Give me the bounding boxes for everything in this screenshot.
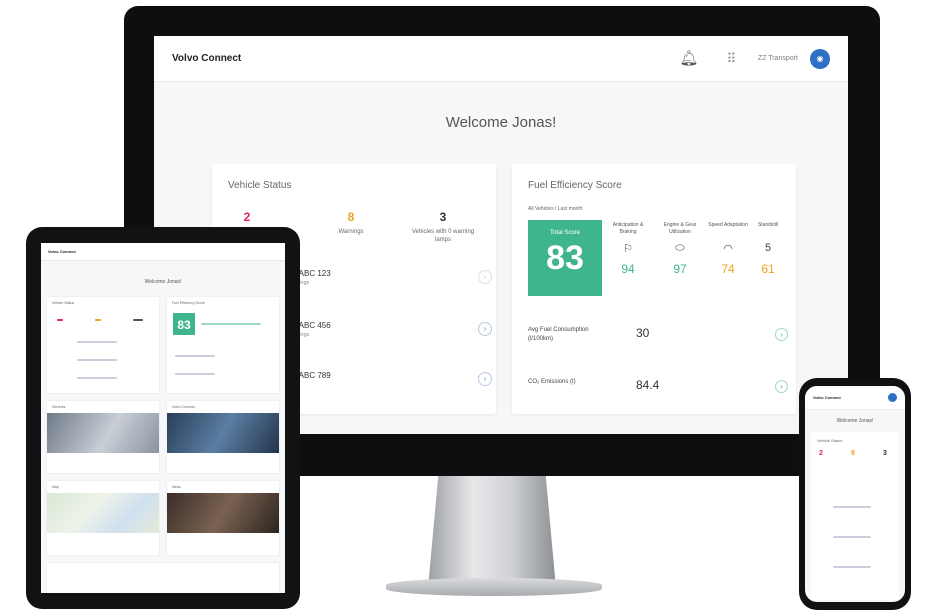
score-anticipation-braking: Anticipation & Braking ⚐ 94 <box>608 222 648 276</box>
services-photo <box>47 413 159 453</box>
vehicle-row[interactable]: 2018-09-14 PH16 · ABC 789 › <box>272 362 492 402</box>
app-grid-icon[interactable]: ⠿ <box>720 48 742 70</box>
avatar[interactable]: ◉ <box>810 48 830 69</box>
status-count-critical[interactable]: 2 <box>212 210 282 228</box>
tablet-welcome: Welcome Jonas! <box>144 279 182 285</box>
tablet-services-card[interactable]: Services <box>47 401 159 473</box>
standstill-icon: 5 <box>764 242 772 254</box>
tablet-screen: Volvo Connect Welcome Jonas! Vehicle Sta… <box>41 243 285 593</box>
fuel-efficiency-card: Fuel Efficiency Score All Vehicles / Las… <box>512 164 796 414</box>
map-image <box>47 493 159 533</box>
tablet-bottom-card[interactable] <box>47 563 279 593</box>
score-standstill: Standstill 5 61 <box>748 222 788 276</box>
tablet-device: Volvo Connect Welcome Jonas! Vehicle Sta… <box>26 227 300 609</box>
score-speed-adaptation: Speed Adaptation ◠ 74 <box>708 222 748 276</box>
tablet-news-card-1[interactable]: Volvo Connect <box>167 401 279 473</box>
bell-icon[interactable]: 🔔︎ <box>678 48 700 70</box>
total-score-tile: Total Score 83 <box>528 220 602 296</box>
vehicle-row[interactable]: 2018-09-14 PH16 · ABC 123 and 6 warnings… <box>272 260 492 300</box>
phone-screen: Volvo Connect Welcome Jonas! Vehicle Sta… <box>805 386 905 602</box>
company-name[interactable]: ZZ Transport <box>758 55 798 62</box>
apple-logo-icon <box>496 454 508 467</box>
co2-emissions-row[interactable]: CO₂ Emissions (t) 84.4 › <box>528 374 788 404</box>
score-engine-gear: Engine & Gear Utilization ⬭ 97 <box>660 222 700 276</box>
tablet-news-card-2[interactable]: News <box>167 481 279 555</box>
phone-device: Volvo Connect Welcome Jonas! Vehicle Sta… <box>799 378 911 610</box>
card-title: Vehicle Status <box>228 180 292 191</box>
app-brand[interactable]: Volvo Connect <box>172 53 241 64</box>
tablet-map-card[interactable]: Map <box>47 481 159 555</box>
chevron-right-icon[interactable]: › <box>478 270 492 284</box>
chevron-right-icon[interactable]: › <box>478 372 492 386</box>
flag-icon: ⚐ <box>623 243 633 255</box>
engine-icon: ⬭ <box>675 242 685 254</box>
app-header: Volvo Connect 🔔︎ ⠿ ZZ Transport ◉ <box>154 36 848 82</box>
speedometer-icon: ◠ <box>723 243 733 255</box>
tablet-vehicle-status-card[interactable]: Vehicle Status <box>47 297 159 393</box>
tablet-total-score: 83 <box>173 313 195 335</box>
fuel-consumption-row[interactable]: Avg Fuel Consumption (l/100km) 30 › <box>528 322 788 352</box>
vehicle-row[interactable]: 2018-09-14 PH16 · ABC 456 and 2 warnings… <box>272 312 492 352</box>
chevron-right-icon[interactable]: › <box>775 380 788 393</box>
tablet-header: Volvo Connect <box>41 243 285 261</box>
monitor-stand-base <box>386 578 602 596</box>
page-title: Welcome Jonas! <box>445 114 557 131</box>
card-title: Fuel Efficiency Score <box>528 180 622 191</box>
monitor-stand <box>428 476 556 588</box>
phone-vehicle-status-card[interactable]: Vehicle Status 2 8 3 <box>811 432 899 600</box>
meeting-photo <box>167 493 279 533</box>
chevron-right-icon[interactable]: › <box>775 328 788 341</box>
chevron-right-icon[interactable]: › <box>478 322 492 336</box>
status-count-ok[interactable]: 3 Vehicles with 0 warning lamps <box>408 210 478 244</box>
phone-header: Volvo Connect <box>805 386 905 410</box>
driver-photo <box>167 413 279 453</box>
tablet-fuel-card[interactable]: Fuel Efficiency Score 83 <box>167 297 279 393</box>
status-count-warnings[interactable]: 8 Warnings <box>316 210 386 236</box>
avatar[interactable] <box>888 393 897 402</box>
fuel-period[interactable]: All Vehicles / Last month <box>528 206 582 212</box>
phone-welcome: Welcome Jonas! <box>836 418 874 424</box>
device-mockup-stage: Volvo Connect 🔔︎ ⠿ ZZ Transport ◉ Welcom… <box>0 0 935 616</box>
